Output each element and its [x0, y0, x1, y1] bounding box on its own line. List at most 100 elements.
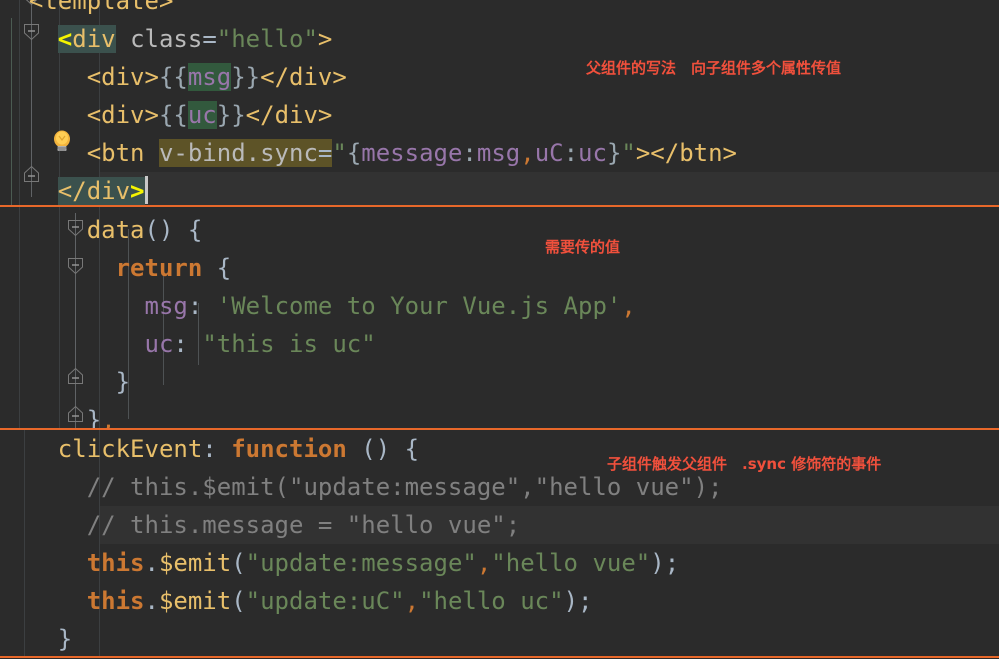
code-token: $emit	[158, 549, 232, 577]
code-token: }	[86, 406, 102, 428]
code-token: }	[115, 368, 131, 396]
code-token: <btn	[86, 139, 159, 167]
code-line[interactable]: // this.message = "hello vue";	[0, 506, 520, 544]
code-line[interactable]: }	[0, 620, 72, 656]
code-line[interactable]: data() {	[0, 211, 203, 249]
code-token: >	[130, 177, 145, 205]
template-section-pane[interactable]: <template> <div class="hello"> <div>{{ms…	[0, 0, 999, 205]
code-token: msg	[187, 63, 232, 91]
code-token: "hello uc"	[419, 587, 564, 615]
code-token: $emit	[158, 587, 232, 615]
code-line[interactable]: }	[0, 363, 130, 401]
pane-divider	[0, 656, 999, 658]
code-token: return	[115, 254, 203, 282]
code-token: // this.message = "hello vue";	[86, 511, 521, 539]
code-token: "hello"	[216, 25, 318, 53]
code-token: .	[144, 549, 159, 577]
pane-divider	[0, 428, 999, 430]
code-token: message	[361, 139, 463, 167]
code-token: :	[462, 139, 477, 167]
code-token: this	[86, 549, 145, 577]
code-token: class	[130, 25, 203, 53]
code-line[interactable]: clickEvent: function () {	[0, 430, 419, 468]
code-line[interactable]: uc: "this is uc"	[0, 325, 376, 363]
code-line[interactable]: this.$emit("update:message","hello vue")…	[0, 544, 679, 582]
code-token: "	[621, 139, 636, 167]
code-token: uc	[578, 139, 607, 167]
code-line[interactable]: <btn v-bind.sync="{message:msg,uC:uc}"><…	[0, 134, 737, 172]
code-token: }	[606, 139, 622, 167]
code-token: ></btn>	[635, 139, 738, 167]
code-line[interactable]: </div>	[0, 172, 148, 205]
code-line[interactable]: return {	[0, 249, 232, 287]
data-section-pane[interactable]: data() { return { msg: 'Welcome to Your …	[0, 207, 999, 428]
code-token: (	[231, 549, 246, 577]
current-line-highlight	[100, 172, 999, 205]
code-token: </div	[57, 177, 131, 205]
code-token: :	[202, 435, 232, 463]
code-token: }}	[216, 101, 246, 129]
code-token: ,	[476, 549, 492, 577]
pane-divider	[0, 205, 999, 207]
code-token: {	[346, 139, 362, 167]
code-token: )	[650, 549, 665, 577]
code-token: "this is uc"	[202, 330, 376, 358]
code-editor[interactable]: <template> <div class="hello"> <div>{{ms…	[0, 0, 999, 659]
code-token: v-bind.sync	[158, 139, 318, 167]
code-line[interactable]: <template>	[0, 0, 174, 20]
code-line[interactable]: <div>{{uc}}</div>	[0, 96, 332, 134]
code-token: .	[144, 587, 159, 615]
code-token: ,	[621, 292, 636, 320]
code-token: <template>	[28, 0, 174, 15]
code-line[interactable]: msg: 'Welcome to Your Vue.js App',	[0, 287, 636, 325]
code-token: "update:message"	[245, 549, 477, 577]
code-token: // this.$emit("update:message","hello vu…	[86, 473, 723, 501]
code-token: "	[332, 139, 347, 167]
code-token: msg	[144, 292, 188, 320]
code-token: :	[563, 139, 579, 167]
code-token: ;	[664, 549, 680, 577]
annotation-parent-component-usage: 父组件的写法 向子组件多个属性传值	[586, 59, 842, 77]
code-token: ,	[101, 406, 116, 428]
code-token: </div>	[245, 101, 333, 129]
code-token: () {	[144, 216, 203, 244]
code-token: :	[187, 292, 217, 320]
code-token: <	[57, 25, 73, 53]
code-token: () {	[346, 435, 420, 463]
code-token: =	[202, 25, 217, 53]
code-line[interactable]: <div>{{msg}}</div>	[0, 58, 347, 96]
code-token: </div>	[260, 63, 347, 91]
code-token: {{	[158, 101, 188, 129]
code-token: (	[231, 587, 246, 615]
code-token: "update:uC"	[245, 587, 405, 615]
code-token: "hello vue"	[491, 549, 651, 577]
code-token: :	[173, 330, 203, 358]
code-token: data	[86, 216, 145, 244]
code-token: ;	[578, 587, 593, 615]
code-token: ,	[404, 587, 420, 615]
code-token: }	[57, 625, 73, 653]
annotation-values-to-pass: 需要传的值	[545, 238, 621, 256]
code-token: <div>	[86, 101, 159, 129]
code-token: uC	[534, 139, 564, 167]
code-token: 'Welcome to Your Vue.js App'	[216, 292, 622, 320]
code-line[interactable]: this.$emit("update:uC","hello uc");	[0, 582, 593, 620]
code-token: ,	[520, 139, 535, 167]
code-token: =	[317, 139, 333, 167]
code-line[interactable]: },	[0, 401, 116, 428]
code-token: uc	[144, 330, 174, 358]
code-line[interactable]: <div class="hello">	[0, 20, 332, 58]
